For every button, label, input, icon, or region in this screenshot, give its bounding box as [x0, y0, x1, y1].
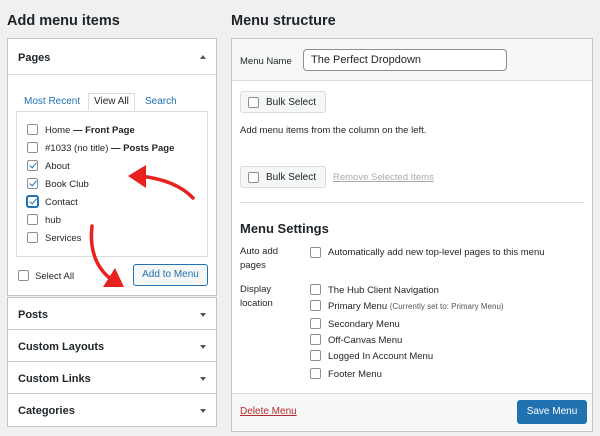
pages-panel-title: Pages [18, 52, 51, 64]
checkbox-hub[interactable] [27, 214, 38, 225]
select-all-label: Select All [35, 271, 75, 282]
menu-structure-panel: Menu Name The Perfect Dropdown Bulk Sele… [231, 38, 593, 432]
checkbox-book-club[interactable] [27, 178, 38, 189]
bulk-select-label: Bulk Select [266, 97, 317, 108]
location-label-off-canvas: Off-Canvas Menu [328, 335, 403, 346]
bulk-select-button-bottom[interactable]: Bulk Select [240, 166, 326, 188]
custom-layouts-panel-title: Custom Layouts [18, 341, 105, 353]
location-label-hub-client: The Hub Client Navigation [328, 285, 439, 296]
display-location-label-line1: Display [240, 284, 272, 295]
custom-links-panel[interactable]: Custom Links [7, 361, 217, 394]
menu-footer-bar: Delete Menu Save Menu [232, 393, 592, 431]
menu-name-bar: Menu Name The Perfect Dropdown [232, 39, 592, 81]
collapse-up-icon[interactable] [200, 55, 206, 59]
location-checkbox-footer[interactable] [310, 368, 321, 379]
page-label-hub: hub [45, 215, 61, 226]
auto-add-checkbox[interactable] [310, 247, 321, 258]
add-menu-items-column: Pages Most Recent View All Search Home —… [7, 38, 217, 430]
page-label-home: Home — Front Page [45, 125, 135, 136]
posts-panel[interactable]: Posts [7, 297, 217, 330]
empty-menu-hint: Add menu items from the column on the le… [240, 125, 427, 136]
expand-down-icon[interactable] [200, 345, 206, 349]
auto-add-option-label: Automatically add new top-level pages to… [328, 247, 545, 258]
auto-add-label-line1: Auto add [240, 246, 279, 257]
save-menu-button[interactable]: Save Menu [517, 400, 587, 424]
categories-panel-title: Categories [18, 405, 75, 417]
expand-down-icon[interactable] [200, 409, 206, 413]
bulk-select-checkbox-icon [248, 172, 259, 183]
page-label-no-title: #1033 (no title) — Posts Page [45, 143, 175, 154]
bulk-select-checkbox-icon [248, 97, 259, 108]
bulk-select-label: Bulk Select [266, 172, 317, 183]
custom-layouts-panel[interactable]: Custom Layouts [7, 329, 217, 362]
bulk-select-button-top[interactable]: Bulk Select [240, 91, 326, 113]
checkbox-home[interactable] [27, 124, 38, 135]
checkbox-contact[interactable] [27, 196, 38, 207]
menu-name-input[interactable]: The Perfect Dropdown [303, 49, 507, 71]
location-label-footer: Footer Menu [328, 369, 382, 380]
add-to-menu-button[interactable]: Add to Menu [133, 264, 208, 286]
expand-down-icon[interactable] [200, 313, 206, 317]
page-label-contact: Contact [45, 197, 78, 208]
location-label-primary: Primary Menu (Currently set to: Primary … [328, 301, 504, 312]
delete-menu-link[interactable]: Delete Menu [240, 406, 297, 417]
location-checkbox-logged-in[interactable] [310, 350, 321, 361]
page-label-about: About [45, 161, 70, 172]
pages-panel: Pages Most Recent View All Search Home —… [7, 38, 217, 296]
page-label-book-club: Book Club [45, 179, 89, 190]
menu-settings-heading: Menu Settings [240, 221, 329, 236]
pages-panel-header[interactable]: Pages [8, 39, 216, 75]
menu-name-label: Menu Name [240, 56, 292, 67]
location-checkbox-secondary[interactable] [310, 318, 321, 329]
page-label-services: Services [45, 233, 82, 244]
tab-most-recent[interactable]: Most Recent [24, 96, 80, 107]
page-checklist: Home — Front Page #1033 (no title) — Pos… [16, 111, 208, 257]
select-all-checkbox[interactable] [18, 270, 29, 281]
tab-search[interactable]: Search [145, 96, 177, 107]
location-checkbox-primary[interactable] [310, 300, 321, 311]
checkbox-services[interactable] [27, 232, 38, 243]
checkbox-no-title[interactable] [27, 142, 38, 153]
custom-links-panel-title: Custom Links [18, 373, 91, 385]
settings-divider [240, 202, 584, 203]
categories-panel[interactable]: Categories [7, 393, 217, 427]
location-checkbox-hub-client[interactable] [310, 284, 321, 295]
primary-menu-note: (Currently set to: Primary Menu) [389, 302, 504, 311]
expand-down-icon[interactable] [200, 377, 206, 381]
posts-panel-title: Posts [18, 309, 48, 321]
display-location-label-line2: location [240, 298, 273, 309]
tab-view-all[interactable]: View All [88, 93, 135, 111]
location-label-secondary: Secondary Menu [328, 319, 400, 330]
location-checkbox-off-canvas[interactable] [310, 334, 321, 345]
add-menu-items-heading: Add menu items [7, 13, 120, 29]
menu-structure-heading: Menu structure [231, 13, 336, 29]
remove-selected-items-link[interactable]: Remove Selected Items [333, 172, 434, 183]
auto-add-label-line2: pages [240, 260, 266, 271]
location-label-logged-in: Logged In Account Menu [328, 351, 434, 362]
checkbox-about[interactable] [27, 160, 38, 171]
